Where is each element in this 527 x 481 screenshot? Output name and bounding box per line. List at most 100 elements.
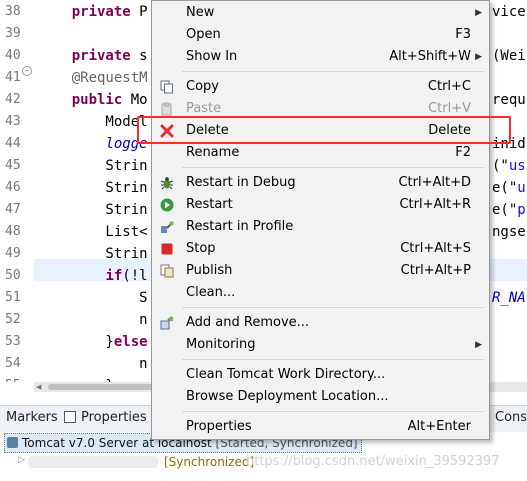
line-number: 38 bbox=[5, 4, 21, 19]
module-item-redacted[interactable] bbox=[28, 456, 158, 468]
profile-icon bbox=[160, 220, 174, 234]
menu-item-restart-in-profile[interactable]: Restart in Profile bbox=[152, 216, 489, 238]
submenu-arrow-icon: ▶ bbox=[475, 340, 482, 350]
menu-item-label: Rename bbox=[186, 145, 240, 160]
menu-item-shortcut: Ctrl+Alt+D bbox=[398, 175, 471, 190]
menu-item-shortcut: Ctrl+Alt+S bbox=[400, 241, 471, 256]
code-line[interactable]: n bbox=[38, 353, 147, 375]
line-number: 46 bbox=[5, 180, 21, 195]
menu-item-browse-deployment-location[interactable]: Browse Deployment Location... bbox=[152, 386, 489, 408]
menu-item-label: Open bbox=[186, 27, 221, 42]
menu-item-new[interactable]: New ▶ bbox=[152, 2, 489, 24]
menu-item-clean[interactable]: Clean... bbox=[152, 282, 489, 304]
line-number: 50 bbox=[5, 268, 21, 283]
menu-item-copy[interactable]: Copy Ctrl+C bbox=[152, 76, 489, 98]
menu-item-label: Restart in Profile bbox=[186, 219, 294, 234]
menu-item-shortcut: F2 bbox=[455, 145, 471, 160]
code-line[interactable]: n bbox=[38, 309, 147, 331]
tab-markers-label: Markers bbox=[6, 410, 58, 425]
line-number: 40 bbox=[5, 48, 21, 63]
menu-item-label: Copy bbox=[186, 79, 219, 94]
menu-separator bbox=[182, 307, 485, 308]
menu-item-label: Show In bbox=[186, 49, 238, 64]
tab-markers[interactable]: Markers bbox=[6, 407, 58, 429]
line-number: 48 bbox=[5, 224, 21, 239]
line-number: 49 bbox=[5, 246, 21, 261]
menu-item-show-in[interactable]: Show In Alt+Shift+W ▶ bbox=[152, 46, 489, 68]
context-menu: New ▶ Open F3 Show In Alt+Shift+W ▶ Copy Ctrl+C P… bbox=[151, 0, 490, 440]
code-line-overflow[interactable]: ngse bbox=[492, 221, 526, 243]
line-number: 43 bbox=[5, 114, 21, 129]
code-line[interactable]: S bbox=[38, 287, 147, 309]
code-line[interactable]: logge bbox=[38, 133, 147, 155]
tab-properties[interactable]: Properties bbox=[64, 407, 147, 429]
code-line-overflow[interactable]: vice bbox=[492, 1, 526, 23]
menu-item-label: Browse Deployment Location... bbox=[186, 389, 389, 404]
publish-icon bbox=[160, 264, 174, 278]
code-line-overflow[interactable]: (Wei bbox=[492, 45, 526, 67]
code-line[interactable]: Model bbox=[38, 111, 147, 133]
line-number: 55 bbox=[0, 375, 34, 382]
menu-item-shortcut: Ctrl+Alt+P bbox=[400, 263, 471, 278]
code-line-overflow[interactable]: requ bbox=[492, 89, 526, 111]
menu-item-shortcut: Alt+Shift+W bbox=[389, 49, 471, 64]
line-number: 44 bbox=[5, 136, 21, 151]
code-line[interactable]: public Mo bbox=[38, 89, 148, 111]
watermark-text: https://blog.csdn.net/weixin_39592397 bbox=[246, 454, 500, 469]
code-line[interactable]: Strin bbox=[38, 155, 147, 177]
code-line-overflow[interactable]: e("p bbox=[492, 199, 526, 221]
code-line[interactable]: Strin bbox=[38, 199, 147, 221]
tab-properties-label: Properties bbox=[81, 410, 147, 425]
code-line[interactable]: @RequestM bbox=[38, 67, 148, 89]
delete-highlight-annotation bbox=[137, 116, 511, 144]
copy-icon bbox=[160, 80, 174, 94]
code-line[interactable]: List< bbox=[38, 221, 147, 243]
line-number: 45 bbox=[5, 158, 21, 173]
menu-item-clean-tomcat-work-directory[interactable]: Clean Tomcat Work Directory... bbox=[152, 364, 489, 386]
code-line-overflow[interactable]: ("us bbox=[492, 155, 526, 177]
menu-item-rename[interactable]: Rename F2 bbox=[152, 142, 489, 164]
menu-item-publish[interactable]: Publish Ctrl+Alt+P bbox=[152, 260, 489, 282]
tomcat-server-icon bbox=[7, 437, 18, 448]
menu-item-shortcut: Ctrl+C bbox=[427, 79, 471, 94]
code-line[interactable]: if(!l bbox=[38, 265, 147, 287]
code-line-overflow[interactable]: e("u bbox=[492, 177, 526, 199]
menu-item-restart-in-debug[interactable]: Restart in Debug Ctrl+Alt+D bbox=[152, 172, 489, 194]
tab-console-label: Conso bbox=[495, 410, 527, 425]
tab-console[interactable]: Conso bbox=[495, 407, 527, 429]
submenu-arrow-icon: ▶ bbox=[475, 52, 482, 62]
menu-item-properties[interactable]: Properties Alt+Enter bbox=[152, 416, 489, 438]
menu-item-label: Add and Remove... bbox=[186, 315, 310, 330]
menu-item-label: Restart in Debug bbox=[186, 175, 296, 190]
code-line[interactable]: private s bbox=[38, 45, 148, 67]
menu-item-label: Publish bbox=[186, 263, 233, 278]
scroll-left-arrow-icon[interactable]: ◀ bbox=[36, 383, 44, 391]
menu-item-restart[interactable]: Restart Ctrl+Alt+R bbox=[152, 194, 489, 216]
menu-item-add-and-remove[interactable]: Add and Remove... bbox=[152, 312, 489, 334]
line-number: 54 bbox=[5, 356, 21, 371]
menu-item-shortcut: Alt+Enter bbox=[407, 419, 471, 434]
line-number: 53 bbox=[5, 334, 21, 349]
code-line[interactable]: }else bbox=[38, 331, 147, 353]
menu-item-stop[interactable]: Stop Ctrl+Alt+S bbox=[152, 238, 489, 260]
code-line[interactable]: private P bbox=[38, 1, 148, 23]
submenu-arrow-icon: ▶ bbox=[475, 8, 482, 18]
menu-item-shortcut: F3 bbox=[455, 27, 471, 42]
module-status: [Synchronized] bbox=[164, 455, 255, 469]
code-line[interactable]: Strin bbox=[38, 243, 147, 265]
expand-arrow-icon[interactable]: ▷ bbox=[18, 455, 25, 465]
menu-item-monitoring[interactable]: Monitoring ▶ bbox=[152, 334, 489, 356]
menu-separator bbox=[182, 411, 485, 412]
code-line-overflow[interactable]: R_NA bbox=[492, 287, 526, 309]
line-number: 39 bbox=[5, 26, 21, 41]
menu-item-label: Properties bbox=[186, 419, 252, 434]
menu-item-label: Clean Tomcat Work Directory... bbox=[186, 367, 386, 382]
fold-toggle-icon[interactable]: − bbox=[22, 66, 32, 76]
menu-item-open[interactable]: Open F3 bbox=[152, 24, 489, 46]
code-line[interactable]: } bbox=[38, 375, 113, 382]
code-line[interactable]: Strin bbox=[38, 177, 147, 199]
menu-separator bbox=[182, 359, 485, 360]
menu-separator bbox=[182, 71, 485, 72]
menu-separator bbox=[182, 167, 485, 168]
add-remove-icon bbox=[160, 316, 174, 330]
